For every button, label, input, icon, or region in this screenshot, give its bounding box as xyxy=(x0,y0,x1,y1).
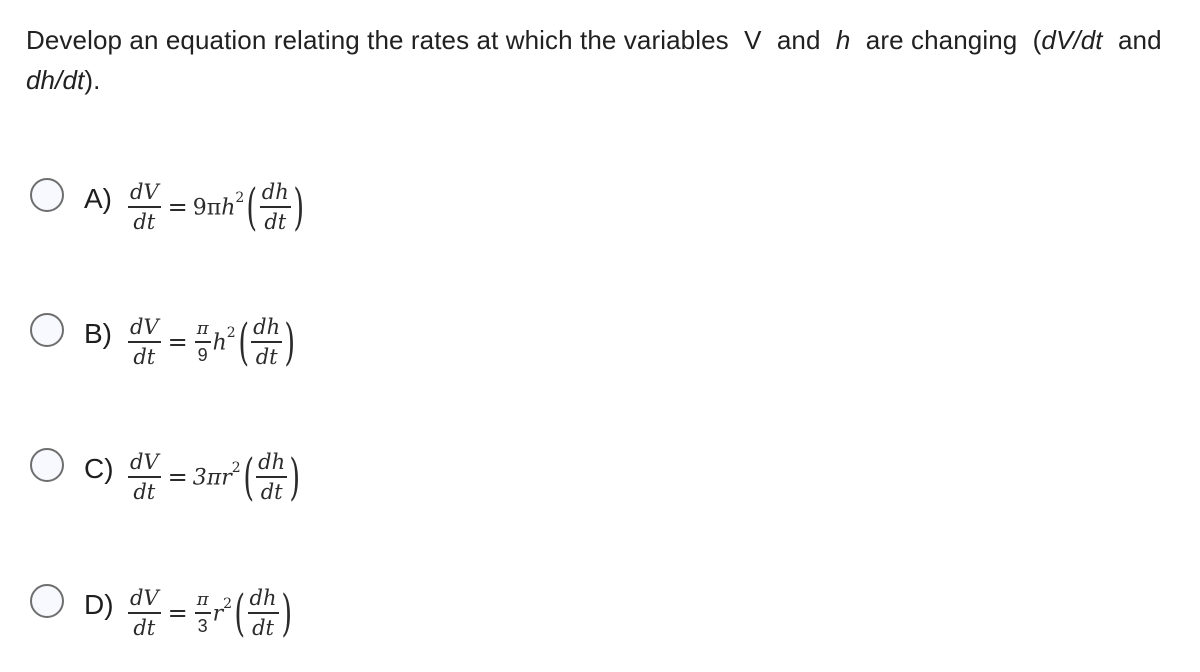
question-paren-close: ). xyxy=(84,65,101,95)
variable: r xyxy=(221,465,232,491)
fraction-bar xyxy=(128,206,161,208)
lhs-fraction: dV dt xyxy=(128,450,161,504)
fraction-bar xyxy=(194,341,211,343)
variable: h xyxy=(212,330,227,356)
lhs-denominator: dt xyxy=(133,480,156,504)
question-part1: Develop an equation relating the rates a… xyxy=(26,25,729,55)
right-paren: ) xyxy=(284,313,296,371)
equation-c: dV dt = 3πr2 ( dh dt ) xyxy=(126,442,301,512)
radio-button-d[interactable] xyxy=(30,584,64,618)
exponent: 2 xyxy=(226,324,236,341)
coefficient: 3π xyxy=(192,465,222,491)
rhs-coefficient: 3πr2 xyxy=(192,460,241,491)
equals-sign: = xyxy=(167,193,188,221)
exponent: 2 xyxy=(235,189,245,206)
equals-sign: = xyxy=(167,599,188,627)
fraction-bar xyxy=(247,612,279,614)
variable: r xyxy=(212,601,224,627)
equation-b: dV dt = π 9 h2 ( dh dt ) xyxy=(126,307,296,377)
coefficient-fraction: π 9 xyxy=(194,318,211,365)
question-and1: and xyxy=(776,25,821,55)
lhs-fraction: dV dt xyxy=(128,586,161,640)
coefficient-denominator: 3 xyxy=(197,616,208,636)
rhs-fraction: dh dt xyxy=(251,315,283,369)
right-paren: ) xyxy=(280,584,292,642)
left-paren: ( xyxy=(238,313,249,371)
fraction-bar xyxy=(194,612,211,614)
lhs-denominator: dt xyxy=(133,210,156,234)
rhs-derivative: ( dh dt ) xyxy=(238,315,296,369)
left-paren: ( xyxy=(246,178,258,236)
rhs-numerator: dh xyxy=(253,315,281,339)
lhs-denominator: dt xyxy=(133,616,156,640)
option-label-a: A) xyxy=(84,183,112,214)
rhs-derivative: ( dh dt ) xyxy=(243,450,301,504)
rhs-denominator: dt xyxy=(260,480,283,504)
option-label-b: B) xyxy=(84,318,112,349)
coefficient-denominator: 9 xyxy=(197,345,208,365)
option-label-c: C) xyxy=(84,453,114,484)
rhs-fraction: dh dt xyxy=(259,180,291,234)
equals-sign: = xyxy=(167,463,188,491)
coefficient-fraction: π 3 xyxy=(194,589,211,636)
question-dvdt: dV/dt xyxy=(1041,25,1103,55)
lhs-numerator: dV xyxy=(130,315,159,339)
variable: h xyxy=(221,195,236,221)
rhs-derivative: ( dh dt ) xyxy=(246,180,304,234)
rhs-numerator: dh xyxy=(258,450,286,474)
lhs-numerator: dV xyxy=(130,180,159,204)
lhs-numerator: dV xyxy=(130,450,159,474)
rhs-coefficient: 9πh2 xyxy=(192,190,245,221)
exponent: 2 xyxy=(223,595,233,612)
question-text: Develop an equation relating the rates a… xyxy=(26,20,1186,100)
rhs-variable: h2 xyxy=(212,325,236,356)
radio-button-b[interactable] xyxy=(30,313,64,347)
fraction-bar xyxy=(256,476,288,478)
question-var-v: V xyxy=(744,25,762,55)
coefficient-numerator: π xyxy=(196,589,209,610)
lhs-fraction: dV dt xyxy=(128,315,161,369)
rhs-denominator: dt xyxy=(255,345,278,369)
exponent: 2 xyxy=(231,459,241,476)
lhs-denominator: dt xyxy=(133,345,156,369)
rhs-numerator: dh xyxy=(261,180,289,204)
rhs-fraction: dh dt xyxy=(247,586,279,640)
option-label-d: D) xyxy=(84,589,114,620)
radio-button-a[interactable] xyxy=(30,178,64,212)
rhs-fraction: dh dt xyxy=(256,450,288,504)
rhs-denominator: dt xyxy=(252,616,274,640)
lhs-fraction: dV dt xyxy=(128,180,161,234)
right-paren: ) xyxy=(289,448,301,506)
question-and2: and xyxy=(1117,25,1162,55)
equals-sign: = xyxy=(167,328,188,356)
rhs-derivative: ( dh dt ) xyxy=(234,586,292,640)
fraction-bar xyxy=(128,476,161,478)
right-paren: ) xyxy=(293,178,304,236)
equation-a: dV dt = 9πh2 ( dh dt ) xyxy=(126,172,304,242)
fraction-bar xyxy=(128,612,161,614)
rhs-variable: r2 xyxy=(212,596,232,627)
rhs-denominator: dt xyxy=(264,210,287,234)
fraction-bar xyxy=(251,341,283,343)
left-paren: ( xyxy=(243,448,254,506)
lhs-numerator: dV xyxy=(130,586,159,610)
question-part2: are changing xyxy=(865,25,1018,55)
coefficient-numerator: π xyxy=(196,318,209,339)
fraction-bar xyxy=(259,206,291,208)
equation-d: dV dt = π 3 r2 ( dh dt ) xyxy=(126,578,292,648)
question-dhdt: dh/dt xyxy=(26,65,85,95)
left-paren: ( xyxy=(234,584,246,642)
question-var-h: h xyxy=(835,25,851,55)
fraction-bar xyxy=(128,341,161,343)
coefficient: 9π xyxy=(192,195,222,221)
radio-button-c[interactable] xyxy=(30,448,64,482)
rhs-numerator: dh xyxy=(249,586,277,610)
